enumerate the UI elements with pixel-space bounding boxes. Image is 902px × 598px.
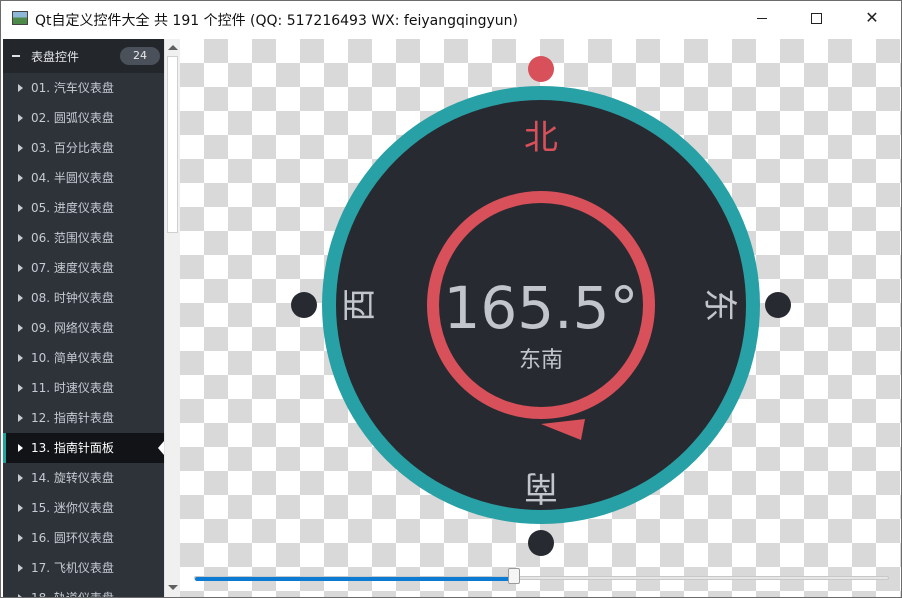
- sidebar-item-label: 10. 简单仪表盘: [31, 351, 114, 365]
- expand-arrow-icon: [18, 144, 23, 152]
- sidebar-item[interactable]: 06. 范围仪表盘: [3, 223, 164, 253]
- sidebar-item[interactable]: 05. 进度仪表盘: [3, 193, 164, 223]
- sidebar-item[interactable]: 01. 汽车仪表盘: [3, 73, 164, 103]
- sidebar-item-label: 14. 旋转仪表盘: [31, 471, 114, 485]
- sidebar-item[interactable]: 03. 百分比表盘: [3, 133, 164, 163]
- east-marker: [765, 292, 791, 318]
- sidebar-item-label: 17. 飞机仪表盘: [31, 561, 114, 575]
- minimize-icon: [757, 17, 767, 19]
- sidebar-item-label: 12. 指南针表盘: [31, 411, 114, 425]
- expand-arrow-icon: [18, 564, 23, 572]
- expand-arrow-icon: [18, 114, 23, 122]
- expand-arrow-icon: [18, 84, 23, 92]
- sidebar-item-label: 18. 轨道仪表盘: [31, 583, 114, 597]
- sidebar-item[interactable]: 17. 飞机仪表盘: [3, 553, 164, 583]
- collapse-icon: [12, 55, 20, 57]
- expand-arrow-icon: [18, 444, 23, 452]
- expand-arrow-icon: [18, 264, 23, 272]
- scroll-down-arrow-icon[interactable]: [168, 585, 178, 590]
- expand-arrow-icon: [18, 534, 23, 542]
- south-marker: [528, 530, 554, 556]
- minimize-button[interactable]: [739, 1, 785, 35]
- sidebar-item-label: 09. 网络仪表盘: [31, 321, 114, 335]
- south-label: 南: [524, 467, 558, 507]
- sidebar-item-label: 08. 时钟仪表盘: [31, 291, 114, 305]
- sidebar-item[interactable]: 02. 圆弧仪表盘: [3, 103, 164, 133]
- expand-arrow-icon: [18, 414, 23, 422]
- sidebar-item-label: 02. 圆弧仪表盘: [31, 111, 114, 125]
- east-label: 东: [699, 288, 739, 322]
- sidebar-item[interactable]: 18. 轨道仪表盘: [3, 583, 164, 597]
- heading-slider-track[interactable]: [194, 576, 889, 581]
- sidebar-item[interactable]: 15. 迷你仪表盘: [3, 493, 164, 523]
- sidebar-item[interactable]: 07. 速度仪表盘: [3, 253, 164, 283]
- sidebar-item[interactable]: 04. 半圆仪表盘: [3, 163, 164, 193]
- sidebar-item-label: 06. 范围仪表盘: [31, 231, 114, 245]
- heading-slider-fill: [195, 577, 515, 581]
- window-title: Qt自定义控件大全 共 191 个控件 (QQ: 517216493 WX: f…: [35, 13, 518, 29]
- sidebar-item[interactable]: 10. 简单仪表盘: [3, 343, 164, 373]
- compass-panel-area: 北 南 西 东 165.5° 东南: [180, 39, 901, 597]
- active-indicator: [3, 433, 6, 463]
- expand-arrow-icon: [18, 234, 23, 242]
- sidebar-item-label: 05. 进度仪表盘: [31, 201, 114, 215]
- app-window: Qt自定义控件大全 共 191 个控件 (QQ: 517216493 WX: f…: [0, 0, 902, 598]
- maximize-button[interactable]: [793, 1, 839, 35]
- scroll-up-arrow-icon[interactable]: [168, 45, 178, 50]
- maximize-icon: [810, 12, 822, 24]
- sidebar-item[interactable]: 11. 时速仪表盘: [3, 373, 164, 403]
- group-count-badge: 24: [120, 47, 160, 65]
- sidebar-item-label: 11. 时速仪表盘: [31, 381, 114, 395]
- compass-widget: 北 南 西 东 165.5° 东南: [291, 56, 791, 556]
- west-label: 西: [340, 288, 380, 322]
- sidebar-navigation: 表盘控件 24 01. 汽车仪表盘 02. 圆弧仪表盘 03. 百分比表盘 04. 半…: [3, 39, 164, 597]
- north-label: 北: [524, 118, 558, 158]
- expand-arrow-icon: [18, 474, 23, 482]
- direction-text: 东南: [519, 348, 563, 373]
- heading-value: 165.5°: [443, 274, 638, 342]
- west-marker: [291, 292, 317, 318]
- sidebar-item-label: 07. 速度仪表盘: [31, 261, 114, 275]
- title-bar[interactable]: Qt自定义控件大全 共 191 个控件 (QQ: 517216493 WX: f…: [1, 1, 901, 37]
- app-icon: [12, 11, 28, 25]
- expand-arrow-icon: [18, 594, 23, 597]
- sidebar-item-label: 01. 汽车仪表盘: [31, 81, 114, 95]
- sidebar-item-label: 13. 指南针面板: [31, 441, 114, 455]
- sidebar-item-label: 16. 圆环仪表盘: [31, 531, 114, 545]
- expand-arrow-icon: [18, 354, 23, 362]
- north-marker: [528, 56, 554, 82]
- close-icon: ✕: [865, 8, 879, 27]
- sidebar-item[interactable]: 12. 指南针表盘: [3, 403, 164, 433]
- sidebar-item[interactable]: 14. 旋转仪表盘: [3, 463, 164, 493]
- sidebar-item[interactable]: 16. 圆环仪表盘: [3, 523, 164, 553]
- expand-arrow-icon: [18, 204, 23, 212]
- close-button[interactable]: ✕: [849, 1, 895, 35]
- heading-slider-handle[interactable]: [508, 568, 520, 584]
- sidebar-scrollbar[interactable]: [164, 39, 180, 597]
- sidebar-item-label: 03. 百分比表盘: [31, 141, 114, 155]
- scroll-thumb[interactable]: [167, 56, 178, 233]
- expand-arrow-icon: [18, 384, 23, 392]
- sidebar-item[interactable]: 09. 网络仪表盘: [3, 313, 164, 343]
- sidebar-item[interactable]: 13. 指南针面板: [3, 433, 164, 463]
- sidebar-item-label: 04. 半圆仪表盘: [31, 171, 114, 185]
- expand-arrow-icon: [18, 324, 23, 332]
- expand-arrow-icon: [18, 504, 23, 512]
- sidebar-item[interactable]: 08. 时钟仪表盘: [3, 283, 164, 313]
- sidebar-item-label: 15. 迷你仪表盘: [31, 501, 114, 515]
- group-label: 表盘控件: [31, 50, 80, 64]
- expand-arrow-icon: [18, 294, 23, 302]
- group-header-gauges[interactable]: 表盘控件 24: [3, 39, 164, 73]
- expand-arrow-icon: [18, 174, 23, 182]
